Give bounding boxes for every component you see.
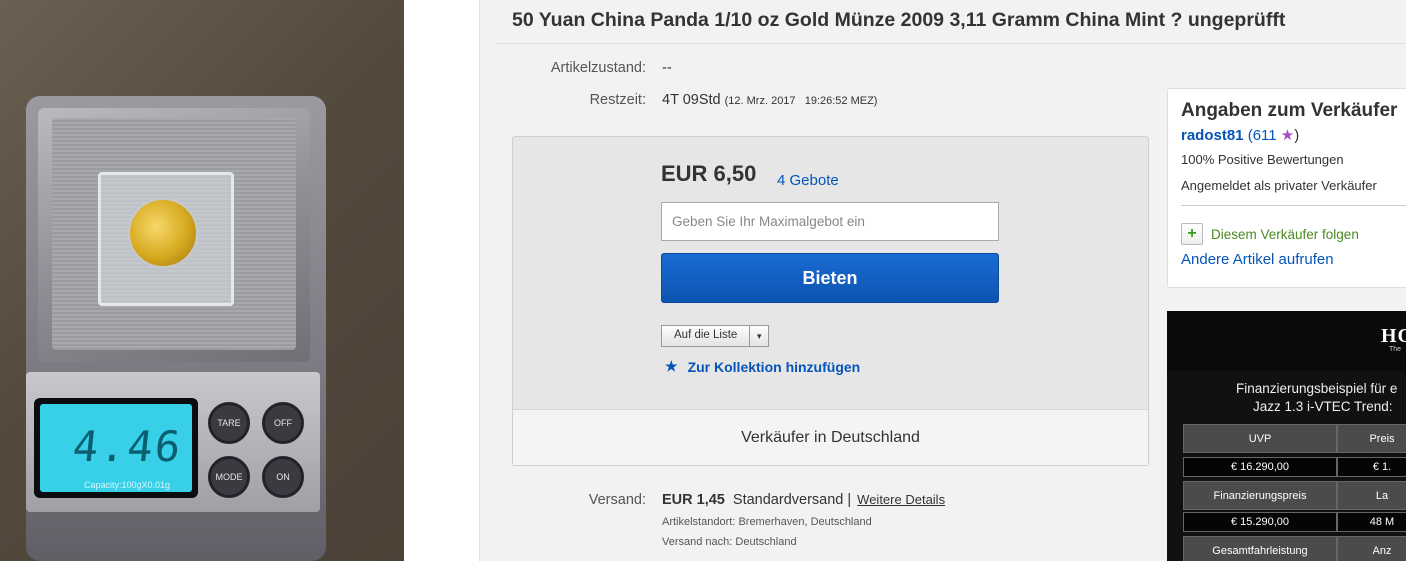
item-photo[interactable]: 4.46 Capacity:100gX0.01g TARE OFF MODE O… <box>0 0 404 561</box>
scale-key-on: ON <box>262 456 304 498</box>
listing-page: 4.46 Capacity:100gX0.01g TARE OFF MODE O… <box>0 0 1406 561</box>
time-left-duration: 4T 09Std <box>662 92 721 108</box>
ad-table-header: Anz <box>1337 536 1406 561</box>
max-bid-input[interactable] <box>661 202 999 241</box>
item-title: 50 Yuan China Panda 1/10 oz Gold Münze 2… <box>512 9 1286 31</box>
star-icon: ★ <box>1280 127 1295 144</box>
item-location-label: Artikelstandort: <box>662 516 736 528</box>
bid-box: EUR 6,50 4 Gebote Bieten Auf die Liste ▾… <box>512 136 1149 466</box>
star-icon: ★ <box>665 358 678 374</box>
feedback-close-paren: ) <box>1294 127 1300 144</box>
feedback-score-link[interactable]: 611 <box>1253 127 1277 144</box>
scale-display: 4.46 Capacity:100gX0.01g <box>34 398 198 498</box>
plus-icon[interactable]: + <box>1181 223 1203 245</box>
seller-identity: radost81 (611 ★) <box>1181 126 1299 144</box>
seller-type: Angemeldet als privater Verkäufer <box>1181 178 1377 193</box>
ad-table-header: UVP <box>1183 424 1337 453</box>
seller-info-card: Angaben zum Verkäufer radost81 (611 ★) 1… <box>1167 88 1406 288</box>
ad-header: HO The <box>1167 311 1406 371</box>
add-to-collection-link[interactable]: ★ Zur Kollektion hinzufügen <box>665 358 860 375</box>
ad-headline-line2: Jazz 1.3 i-VTEC Trend: <box>1253 399 1393 414</box>
current-price: EUR 6,50 <box>661 161 757 186</box>
ad-table-header: La <box>1337 481 1406 510</box>
advertisement[interactable]: HO The Finanzierungsbeispiel für e Jazz … <box>1167 311 1406 561</box>
follow-seller-button[interactable]: + Diesem Verkäufer folgen <box>1181 223 1359 245</box>
ad-table-cell: € 1. <box>1337 457 1406 477</box>
seller-heading: Angaben zum Verkäufer <box>1181 100 1398 121</box>
ad-table-header: Gesamtfahrleistung <box>1183 536 1337 561</box>
add-to-collection-label[interactable]: Zur Kollektion hinzufügen <box>688 359 861 375</box>
condition-value: -- <box>662 60 672 76</box>
gallery-gutter <box>404 0 480 561</box>
ad-logo-subtitle: The <box>1389 346 1402 353</box>
seller-location-banner: Verkäufer in Deutschland <box>513 409 1148 465</box>
bids-count-link[interactable]: 4 Gebote <box>777 172 839 189</box>
ships-to-value: Deutschland <box>735 536 797 548</box>
ad-logo: HO <box>1381 325 1406 347</box>
time-left-label: Restzeit: <box>589 92 646 108</box>
shipping-label: Versand: <box>588 492 646 508</box>
item-location-value: Bremerhaven, Deutschland <box>738 516 872 528</box>
ad-table-cell: € 16.290,00 <box>1183 457 1337 477</box>
shipping-details-link[interactable]: Weitere Details <box>857 492 945 507</box>
shipping-price: EUR 1,45 <box>662 492 725 508</box>
title-divider <box>496 43 1406 44</box>
other-items-link[interactable]: Andere Artikel aufrufen <box>1181 251 1334 268</box>
positive-feedback: 100% Positive Bewertungen <box>1181 152 1344 167</box>
ad-table-cell: € 15.290,00 <box>1183 512 1337 532</box>
ships-to: Versand nach: Deutschland <box>662 536 797 548</box>
gold-coin <box>128 198 198 268</box>
watchlist-button-label[interactable]: Auf die Liste <box>662 326 751 346</box>
auction-end-time: (12. Mrz. 2017 19:26:52 MEZ) <box>724 95 878 107</box>
scale-key-mode: MODE <box>208 456 250 498</box>
ad-table-header: Preis <box>1337 424 1406 453</box>
ad-table-header: Finanzierungspreis <box>1183 481 1337 510</box>
scale-reading: 4.46 <box>70 422 185 471</box>
seller-divider <box>1181 205 1406 206</box>
item-location: Artikelstandort: Bremerhaven, Deutschlan… <box>662 516 872 528</box>
follow-seller-label[interactable]: Diesem Verkäufer folgen <box>1211 227 1359 242</box>
time-left-value: 4T 09Std (12. Mrz. 2017 19:26:52 MEZ) <box>662 92 877 108</box>
seller-name-link[interactable]: radost81 <box>1181 127 1244 144</box>
watchlist-dropdown[interactable]: Auf die Liste ▾ <box>661 325 770 347</box>
scale-key-tare: TARE <box>208 402 250 444</box>
scale-display-screen: 4.46 Capacity:100gX0.01g <box>40 404 192 492</box>
place-bid-button[interactable]: Bieten <box>661 253 999 303</box>
ad-table-cell: 48 M <box>1337 512 1406 532</box>
chevron-down-icon[interactable]: ▾ <box>750 326 768 346</box>
ad-headline-line1: Finanzierungsbeispiel für e <box>1236 381 1398 396</box>
shipping-summary: EUR 1,45 Standardversand | Weitere Detai… <box>662 492 945 508</box>
scale-key-off: OFF <box>262 402 304 444</box>
scale-capacity-label: Capacity:100gX0.01g <box>84 480 171 490</box>
ships-to-label: Versand nach: <box>662 536 733 548</box>
shipping-method: Standardversand | <box>732 492 852 508</box>
condition-label: Artikelzustand: <box>550 60 646 76</box>
